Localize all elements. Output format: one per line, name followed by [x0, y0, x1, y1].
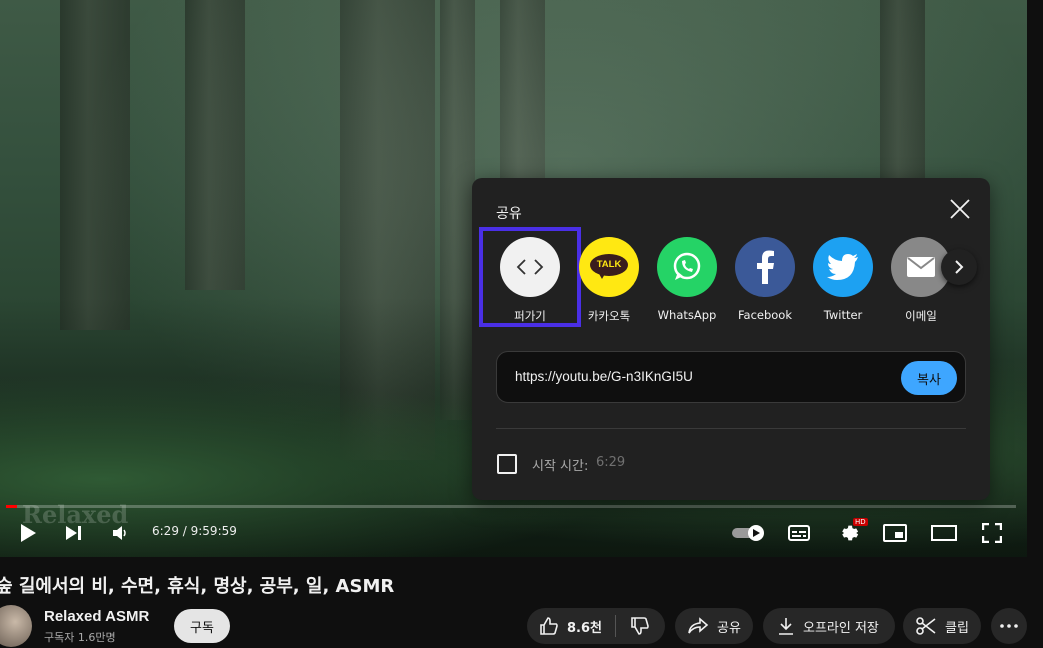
share-item-label: Twitter: [823, 308, 863, 322]
next-button[interactable]: [62, 516, 86, 550]
time-display: 6:29 / 9:59:59: [152, 524, 237, 538]
kakaotalk-icon: TALK: [579, 237, 639, 297]
volume-button[interactable]: [108, 516, 132, 550]
clip-button-label: 클립: [945, 620, 969, 636]
skip-next-icon: [66, 526, 81, 540]
progress-fill: [6, 505, 17, 508]
highlight-box: [479, 227, 581, 327]
scrollbar-area: [1027, 0, 1043, 557]
thumbs-down-icon: [631, 617, 649, 635]
share-item-label: WhatsApp: [657, 308, 717, 322]
miniplayer-icon: [883, 524, 907, 542]
facebook-icon: [735, 237, 795, 297]
play-button[interactable]: [14, 516, 42, 550]
video-title: 숲 길에서의 비, 수면, 휴식, 명상, 공부, 일, ASMR: [0, 576, 395, 597]
download-button[interactable]: 오프라인 저장: [763, 608, 895, 644]
thumbs-up-icon: [540, 617, 558, 635]
progress-bar[interactable]: [6, 505, 1016, 508]
share-url-field[interactable]: https://youtu.be/G-n3IKnGI5U 복사: [496, 351, 966, 403]
theater-mode-icon: [931, 525, 957, 541]
hd-badge: HD: [853, 518, 868, 526]
subscribe-button[interactable]: 구독: [174, 609, 230, 643]
share-button[interactable]: 공유: [675, 608, 753, 644]
share-whatsapp[interactable]: WhatsApp: [649, 237, 725, 322]
close-button[interactable]: [949, 198, 971, 220]
share-twitter[interactable]: Twitter: [805, 237, 881, 322]
clip-button[interactable]: 클립: [903, 608, 981, 644]
like-button[interactable]: 8.6천: [527, 608, 615, 644]
share-kakaotalk[interactable]: TALK 카카오톡: [571, 237, 647, 324]
share-dialog: 공유 퍼가기 TALK 카카오톡 WhatsApp Facebook Twitt…: [472, 178, 990, 500]
share-item-label: Facebook: [737, 308, 793, 322]
more-icon: [1000, 624, 1018, 628]
share-dialog-title: 공유: [496, 206, 522, 222]
play-icon: [21, 524, 36, 542]
start-time-input[interactable]: 6:29: [596, 455, 625, 470]
share-url-text[interactable]: https://youtu.be/G-n3IKnGI5U: [515, 369, 693, 384]
like-dislike-group: 8.6천: [527, 608, 665, 644]
more-actions-button[interactable]: [991, 608, 1027, 644]
twitter-icon: [813, 237, 873, 297]
dislike-button[interactable]: [616, 608, 664, 644]
autoplay-toggle-icon: [732, 525, 764, 541]
share-facebook[interactable]: Facebook: [727, 237, 803, 322]
like-count: 8.6천: [567, 620, 602, 636]
copy-button[interactable]: 복사: [901, 361, 957, 395]
close-icon: [950, 199, 970, 219]
fullscreen-button[interactable]: [980, 516, 1004, 550]
share-item-label: 카카오톡: [587, 309, 631, 323]
start-time-checkbox[interactable]: [497, 454, 517, 474]
autoplay-toggle[interactable]: [730, 516, 768, 550]
avatar[interactable]: [0, 605, 32, 647]
start-time-label: 시작 시간:: [532, 459, 589, 474]
download-icon: [779, 618, 793, 635]
channel-name[interactable]: Relaxed ASMR: [44, 608, 149, 625]
whatsapp-icon: [657, 237, 717, 297]
subtitles-button[interactable]: [786, 516, 812, 550]
download-button-label: 오프라인 저장: [803, 620, 879, 636]
fullscreen-icon: [982, 523, 1002, 543]
subscriber-count: 구독자 1.6만명: [44, 631, 116, 644]
share-icon: [688, 617, 709, 634]
scissors-icon: [916, 617, 936, 635]
subtitles-icon: [788, 525, 810, 541]
share-item-label: 이메일: [905, 309, 937, 323]
miniplayer-button[interactable]: [882, 516, 908, 550]
divider: [496, 428, 966, 429]
theater-button[interactable]: [930, 516, 958, 550]
next-arrow-button[interactable]: [941, 249, 977, 285]
share-button-label: 공유: [717, 620, 741, 636]
volume-icon: [113, 526, 126, 540]
chevron-right-icon: [955, 260, 964, 274]
